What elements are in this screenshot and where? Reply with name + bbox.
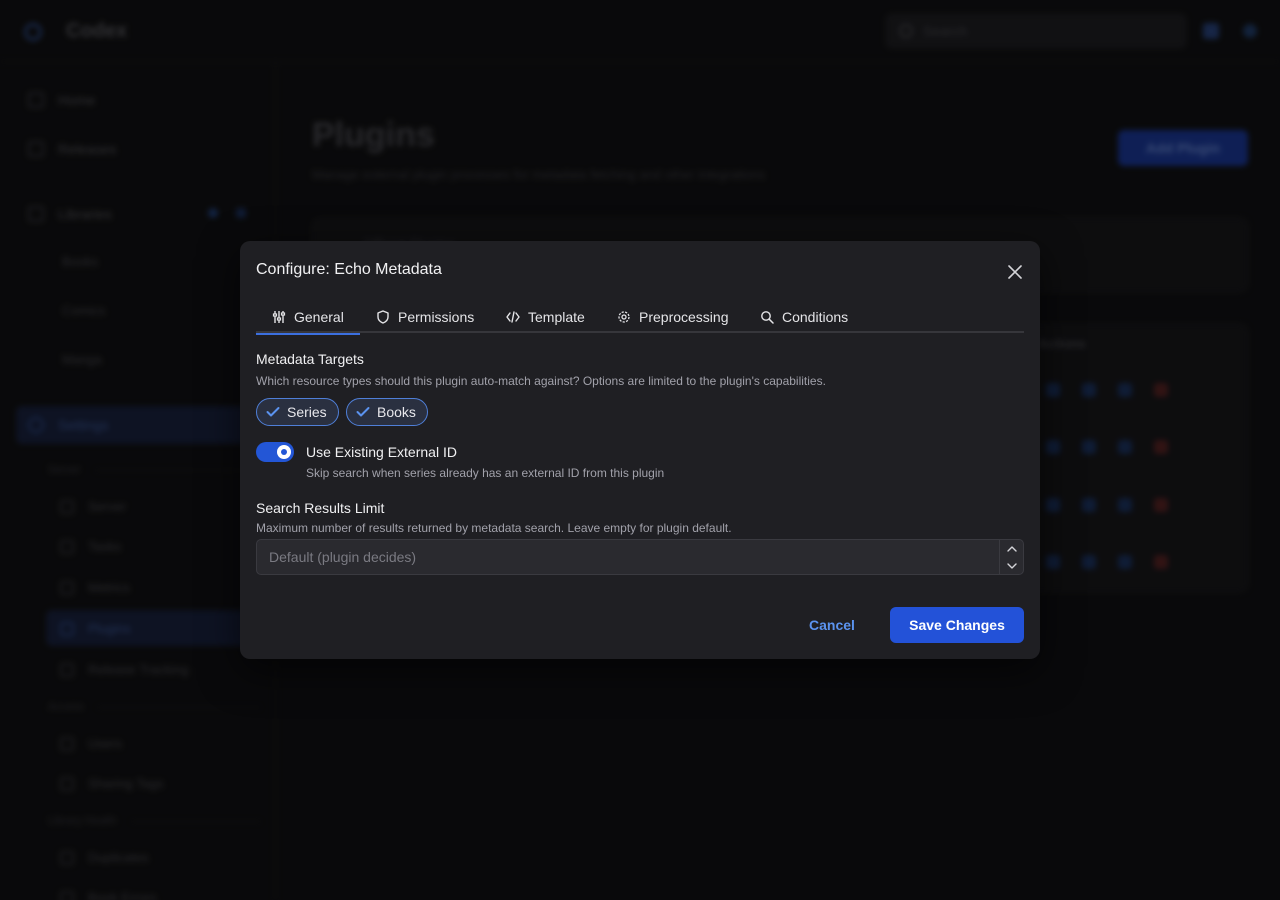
chevron-up-icon — [1007, 545, 1017, 552]
search-icon — [761, 311, 774, 324]
use-external-id-toggle[interactable] — [256, 442, 294, 462]
cancel-button[interactable]: Cancel — [793, 607, 871, 643]
chip-label: Books — [377, 404, 416, 420]
metadata-targets-label: Metadata Targets — [256, 351, 364, 367]
code-icon — [506, 311, 520, 323]
tab-preprocessing[interactable]: Preprocessing — [601, 301, 745, 333]
gear-icon — [618, 311, 630, 323]
toggle-knob — [277, 445, 291, 459]
search-limit-input[interactable] — [257, 540, 999, 574]
chip-series[interactable]: Series — [256, 398, 339, 426]
tab-list: General Permissions Template Preprocessi… — [256, 301, 1024, 335]
tab-conditions[interactable]: Conditions — [744, 301, 864, 333]
check-icon — [266, 407, 280, 417]
use-external-id-label: Use Existing External ID — [306, 444, 457, 460]
decrement-button[interactable] — [1000, 557, 1024, 574]
tab-label: General — [294, 309, 344, 325]
chip-books[interactable]: Books — [346, 398, 428, 426]
chevron-down-icon — [1007, 562, 1017, 569]
search-limit-field — [256, 539, 1024, 575]
tab-general[interactable]: General — [256, 301, 360, 335]
close-icon — [1008, 265, 1022, 279]
save-changes-button[interactable]: Save Changes — [890, 607, 1024, 643]
tab-label: Preprocessing — [639, 309, 729, 325]
use-external-id-description: Skip search when series already has an e… — [306, 466, 665, 480]
tab-label: Conditions — [782, 309, 849, 325]
close-button[interactable] — [1004, 261, 1026, 283]
tab-template[interactable]: Template — [490, 301, 601, 333]
search-limit-label: Search Results Limit — [256, 500, 385, 516]
chip-label: Series — [287, 404, 327, 420]
search-limit-description: Maximum number of results returned by me… — [256, 521, 732, 535]
check-icon — [356, 407, 370, 417]
shield-icon — [377, 310, 389, 324]
increment-button[interactable] — [1000, 540, 1024, 557]
sliders-icon — [272, 311, 286, 323]
tab-label: Template — [528, 309, 585, 325]
tab-permissions[interactable]: Permissions — [360, 301, 490, 333]
quantity-stepper — [999, 540, 1023, 574]
configure-plugin-modal: Configure: Echo Metadata General Permiss… — [240, 241, 1040, 659]
modal-title: Configure: Echo Metadata — [256, 261, 442, 278]
metadata-targets-description: Which resource types should this plugin … — [256, 374, 826, 388]
tab-label: Permissions — [398, 309, 475, 325]
